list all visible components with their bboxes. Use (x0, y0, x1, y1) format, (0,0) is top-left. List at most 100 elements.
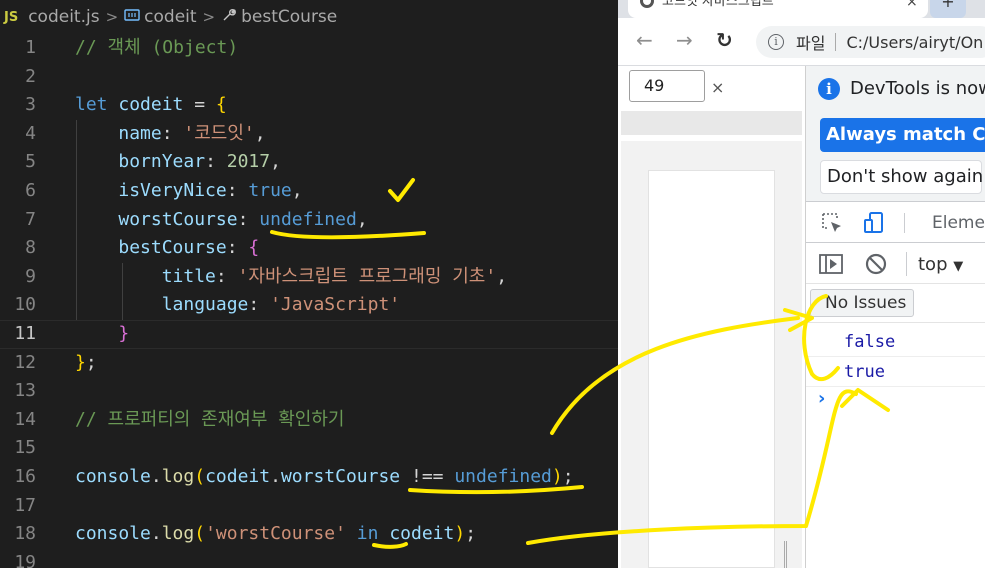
code-property: title (161, 265, 216, 287)
info-icon[interactable]: i (768, 34, 784, 50)
tab-elements[interactable]: Eleme (932, 213, 985, 233)
code-colon: : (205, 151, 227, 173)
code-line: 10 language: 'JavaScript' (0, 291, 618, 320)
code-property: worstCourse (118, 208, 238, 230)
code-line: 2 (0, 63, 618, 92)
page-canvas[interactable] (648, 170, 775, 568)
line-number: 13 (14, 380, 36, 402)
code-identifier: console (75, 465, 151, 487)
code-property: worstCourse (280, 465, 401, 487)
code-area[interactable]: 1 // 객체 (Object) 2 3 let codeit = { 4 name… (0, 34, 618, 568)
tab-title: 코드잇 자바스크립트 (662, 0, 774, 9)
line-number: 11 (14, 322, 36, 344)
back-arrow-icon[interactable]: ← (636, 28, 653, 52)
code-line: 3 let codeit = { (0, 91, 618, 120)
code-undefined: undefined (259, 208, 357, 230)
line-number: 16 (14, 465, 36, 487)
code-function: log (161, 465, 195, 487)
code-property: isVeryNice (118, 179, 227, 201)
code-line: 5 bornYear: 2017, (0, 148, 618, 177)
divider (904, 213, 905, 233)
breadcrumb-file[interactable]: codeit.js (28, 7, 99, 27)
code-undefined: undefined (454, 465, 552, 487)
info-icon: i (818, 78, 840, 100)
code-dot: . (150, 465, 162, 487)
address-scheme: 파일 (796, 34, 826, 53)
line-number: 7 (25, 208, 36, 230)
line-number: 12 (14, 351, 36, 373)
console-output-line: true (806, 357, 985, 387)
breadcrumb-symbol-bestcourse[interactable]: bestCourse (241, 7, 337, 27)
browser-tab[interactable]: 코드잇 자바스크립트 (628, 0, 928, 18)
code-comma: , (254, 122, 266, 144)
new-tab-button[interactable]: + (930, 0, 966, 18)
resize-handle[interactable] (784, 541, 792, 568)
code-keyword: in (345, 523, 390, 545)
line-number: 14 (14, 408, 36, 430)
code-brace: { (248, 237, 260, 259)
code-identifier: codeit (205, 465, 271, 487)
code-property: language (161, 294, 249, 316)
forward-arrow-icon[interactable]: → (676, 28, 693, 52)
line-number: 3 (25, 94, 36, 116)
reload-icon[interactable]: ↻ (716, 28, 733, 52)
dropdown-caret-icon: ▼ (953, 259, 964, 274)
code-colon: : (215, 265, 238, 287)
line-number: 18 (14, 523, 36, 545)
code-line: 6 isVeryNice: true, (0, 177, 618, 206)
issues-bar: No Issues (806, 285, 985, 323)
line-number: 6 (25, 179, 36, 201)
code-comment: // 프로퍼티의 존재여부 확인하기 (75, 408, 345, 430)
code-string: '코드잇' (183, 122, 255, 144)
code-line: 16 console.log(codeit.worstCourse !== und… (0, 463, 618, 492)
dont-show-again-button[interactable]: Don't show again (820, 160, 983, 194)
line-number: 19 (14, 551, 36, 568)
code-line: 18 console.log('worstCourse' in codeit); (0, 520, 618, 549)
divider (906, 252, 907, 276)
variable-icon (124, 7, 140, 27)
always-match-button[interactable]: Always match Chro (820, 118, 985, 152)
code-paren: ( (194, 523, 206, 545)
code-string: '자바스크립트 프로그래밍 기초' (237, 265, 497, 287)
toolbar-strip (621, 111, 802, 135)
line-number: 15 (14, 437, 36, 459)
breadcrumb-symbol-codeit[interactable]: codeit (144, 7, 196, 27)
device-toolbar-icon[interactable] (862, 211, 886, 235)
line-number: 9 (25, 265, 36, 287)
code-line: 19 (0, 549, 618, 568)
code-comma: , (356, 208, 368, 230)
code-boolean: true (248, 179, 292, 201)
globe-icon (640, 0, 654, 8)
code-string: 'worstCourse' (205, 523, 346, 545)
dimension-input[interactable]: 49 (629, 70, 705, 102)
code-dot: . (270, 465, 281, 487)
code-function: log (161, 523, 195, 545)
issues-button[interactable]: No Issues (810, 289, 914, 317)
close-icon[interactable]: × (906, 0, 918, 10)
line-number: 10 (14, 294, 36, 316)
close-icon[interactable]: × (711, 78, 724, 97)
code-semicolon: ; (85, 351, 97, 373)
code-number: 2017 (226, 151, 271, 173)
page-viewport[interactable]: 49 × (618, 66, 806, 568)
code-colon: : (226, 237, 249, 259)
inspect-cursor-icon[interactable] (820, 211, 844, 235)
code-line: 7 worstCourse: undefined, (0, 206, 618, 235)
code-property: bestCourse (118, 237, 227, 259)
code-line: 8 bestCourse: { (0, 234, 618, 263)
context-selector[interactable]: top ▼ (918, 254, 963, 275)
code-semicolon: ; (562, 465, 574, 487)
code-property: bornYear (118, 151, 206, 173)
code-paren: ) (551, 465, 563, 487)
code-line: 17 (0, 492, 618, 521)
chevron-right-icon: > (105, 8, 119, 26)
sidebar-toggle-icon[interactable] (818, 252, 844, 280)
code-editor[interactable]: JS codeit.js > codeit > bestCourse 1 // 객… (0, 0, 618, 568)
browser-window: 코드잇 자바스크립트 × + ← → ↻ i 파일 C:/Users/airyt… (618, 0, 985, 568)
address-bar[interactable]: i 파일 C:/Users/airyt/On (756, 26, 985, 58)
code-keyword: let (75, 94, 108, 116)
code-colon: : (237, 208, 260, 230)
clear-console-icon[interactable] (864, 252, 888, 280)
code-colon: : (226, 179, 249, 201)
console-prompt-icon[interactable]: › (818, 388, 825, 409)
